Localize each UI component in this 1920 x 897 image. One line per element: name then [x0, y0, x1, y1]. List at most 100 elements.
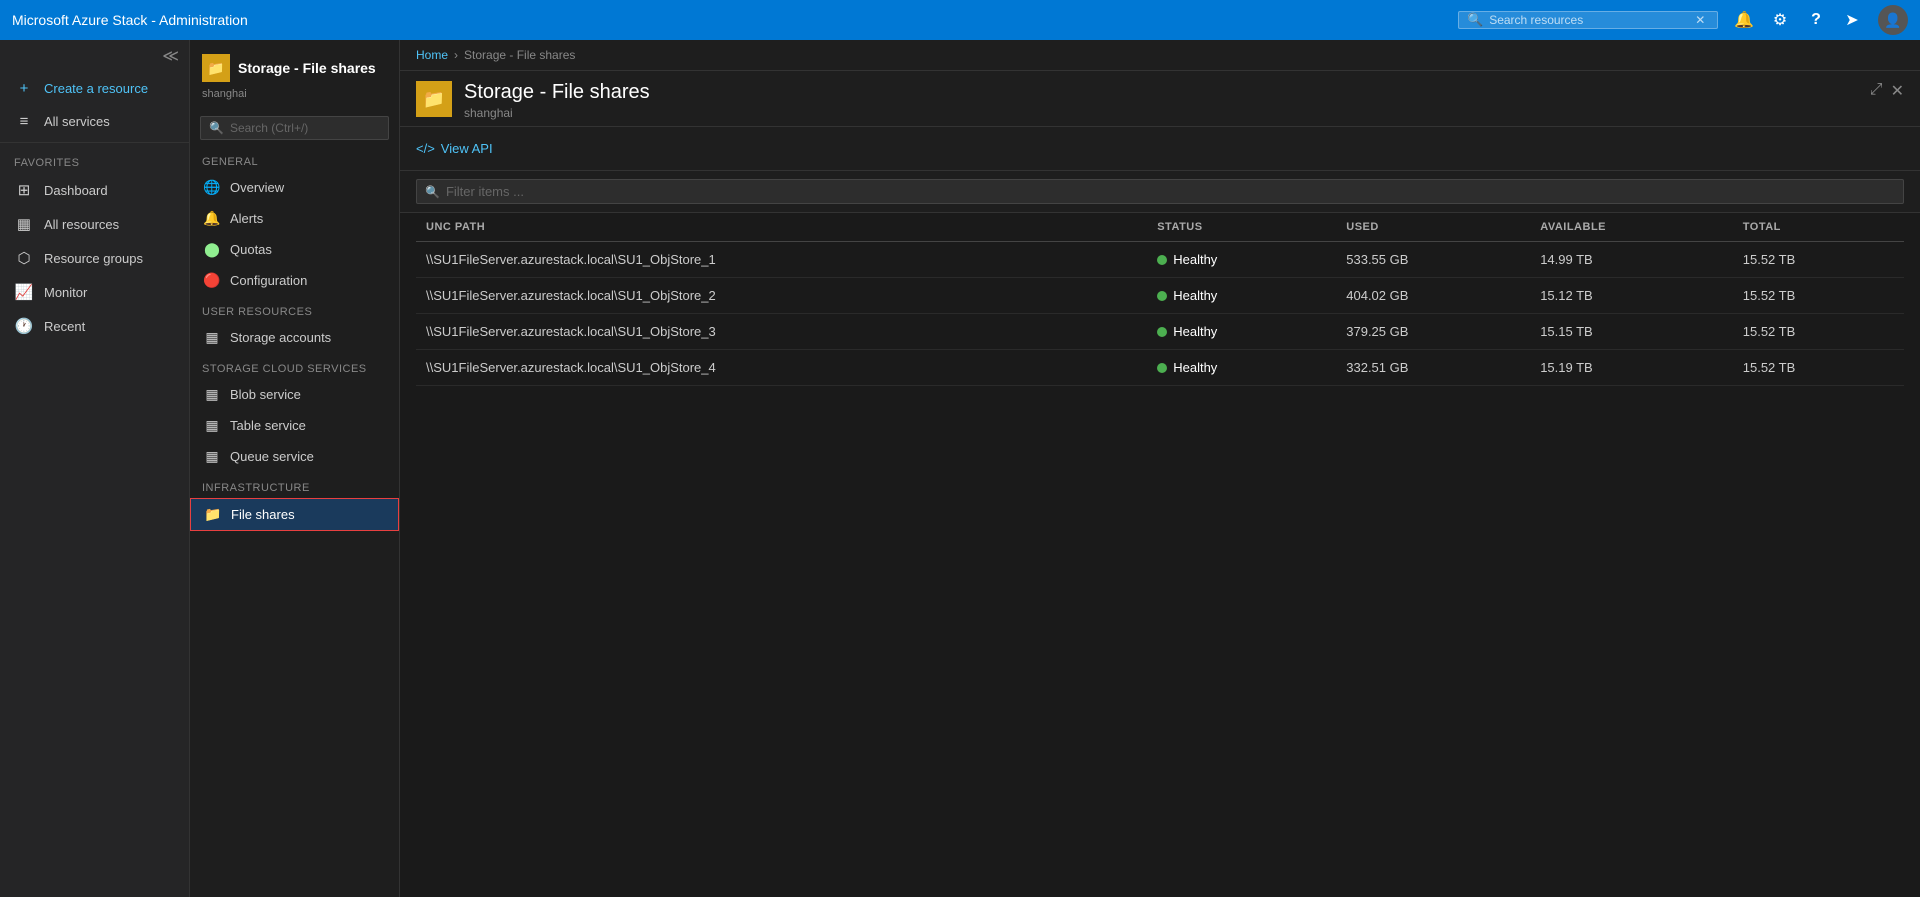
close-content-icon[interactable]: ✕ [1891, 81, 1904, 101]
table-icon: ▦ [202, 417, 222, 434]
status-text: Healthy [1173, 360, 1217, 375]
cell-used: 533.55 GB [1336, 242, 1530, 278]
storage-icon: 📁 [202, 54, 230, 82]
toolbar: </> View API [400, 127, 1920, 171]
nav-search-input[interactable] [230, 121, 380, 135]
filter-input[interactable] [446, 184, 1895, 199]
cell-used: 332.51 GB [1336, 350, 1530, 386]
sidebar-item-monitor[interactable]: 📈 Monitor [0, 275, 189, 309]
col-available[interactable]: AVAILABLE [1530, 213, 1733, 242]
cell-available: 14.99 TB [1530, 242, 1733, 278]
overview-icon: 🌐 [202, 179, 222, 196]
cell-available: 15.15 TB [1530, 314, 1733, 350]
cell-used: 404.02 GB [1336, 278, 1530, 314]
dashboard-icon: ⊞ [14, 181, 34, 199]
view-api-button[interactable]: </> View API [416, 137, 493, 160]
search-close-icon[interactable]: ✕ [1695, 13, 1705, 27]
nav-panel-header: 📁 Storage - File shares [190, 40, 399, 88]
all-resources-icon: ▦ [14, 215, 34, 233]
page-subtitle: shanghai [464, 106, 650, 120]
nav-search-icon: 🔍 [209, 121, 224, 135]
plus-icon: + [14, 80, 34, 97]
content-header: 📁 Storage - File shares shanghai ⤢ ✕ [400, 71, 1920, 127]
nav-panel: 📁 Storage - File shares shanghai 🔍 GENER… [190, 40, 400, 897]
section-infrastructure: INFRASTRUCTURE [190, 472, 399, 498]
status-text: Healthy [1173, 288, 1217, 303]
nav-item-quotas[interactable]: ⬤ Quotas [190, 234, 399, 265]
topbar-icons: 🔔 ⚙ ? ➤ [1730, 6, 1866, 34]
cell-unc-path: \\SU1FileServer.azurestack.local\SU1_Obj… [416, 350, 1147, 386]
cell-unc-path: \\SU1FileServer.azurestack.local\SU1_Obj… [416, 314, 1147, 350]
filter-icon: 🔍 [425, 185, 440, 199]
nav-item-alerts[interactable]: 🔔 Alerts [190, 203, 399, 234]
queue-icon: ▦ [202, 448, 222, 465]
sidebar-item-resource-groups[interactable]: ⬡ Resource groups [0, 241, 189, 275]
alerts-icon: 🔔 [202, 210, 222, 227]
table-row[interactable]: \\SU1FileServer.azurestack.local\SU1_Obj… [416, 242, 1904, 278]
storage-accounts-icon: ▦ [202, 329, 222, 346]
status-dot [1157, 363, 1167, 373]
breadcrumb-current: Storage - File shares [464, 48, 575, 62]
nav-item-storage-accounts[interactable]: ▦ Storage accounts [190, 322, 399, 353]
content-area: Home › Storage - File shares 📁 Storage -… [400, 40, 1920, 897]
search-icon: 🔍 [1467, 12, 1483, 28]
sidebar-item-recent[interactable]: 🕐 Recent [0, 309, 189, 343]
breadcrumb-home[interactable]: Home [416, 48, 448, 62]
code-icon: </> [416, 141, 435, 156]
nav-search[interactable]: 🔍 [200, 116, 389, 140]
cell-status: Healthy [1147, 314, 1336, 350]
sidebar: ≪ + Create a resource ≡ All services FAV… [0, 40, 190, 897]
status-text: Healthy [1173, 252, 1217, 267]
bars-icon: ≡ [14, 113, 34, 130]
table-row[interactable]: \\SU1FileServer.azurestack.local\SU1_Obj… [416, 350, 1904, 386]
col-used[interactable]: USED [1336, 213, 1530, 242]
cell-status: Healthy [1147, 278, 1336, 314]
monitor-icon: 📈 [14, 283, 34, 301]
nav-panel-subtitle: shanghai [190, 88, 399, 110]
notifications-icon[interactable]: 🔔 [1730, 6, 1758, 34]
sidebar-item-all-services[interactable]: ≡ All services [0, 105, 189, 138]
sidebar-collapse-icon[interactable]: ≪ [162, 46, 179, 66]
sidebar-item-all-resources[interactable]: ▦ All resources [0, 207, 189, 241]
filter-container[interactable]: 🔍 [416, 179, 1904, 204]
blob-icon: ▦ [202, 386, 222, 403]
col-total[interactable]: TOTAL [1733, 213, 1904, 242]
table-row[interactable]: \\SU1FileServer.azurestack.local\SU1_Obj… [416, 278, 1904, 314]
cell-available: 15.12 TB [1530, 278, 1733, 314]
topbar: Microsoft Azure Stack - Administration 🔍… [0, 0, 1920, 40]
status-dot [1157, 291, 1167, 301]
cell-available: 15.19 TB [1530, 350, 1733, 386]
app-title: Microsoft Azure Stack - Administration [12, 12, 1446, 28]
search-input[interactable] [1489, 13, 1689, 27]
feedback-icon[interactable]: ➤ [1838, 6, 1866, 34]
search-box[interactable]: 🔍 ✕ [1458, 11, 1718, 29]
settings-icon[interactable]: ⚙ [1766, 6, 1794, 34]
cell-total: 15.52 TB [1733, 314, 1904, 350]
avatar[interactable]: 👤 [1878, 5, 1908, 35]
main-layout: ≪ + Create a resource ≡ All services FAV… [0, 40, 1920, 897]
expand-icon[interactable]: ⤢ [1870, 81, 1883, 101]
col-status[interactable]: STATUS [1147, 213, 1336, 242]
nav-item-overview[interactable]: 🌐 Overview [190, 172, 399, 203]
cell-total: 15.52 TB [1733, 242, 1904, 278]
cell-total: 15.52 TB [1733, 350, 1904, 386]
status-dot [1157, 327, 1167, 337]
nav-item-file-shares[interactable]: 📁 File shares [190, 498, 399, 531]
file-shares-icon: 📁 [203, 506, 223, 523]
nav-item-table-service[interactable]: ▦ Table service [190, 410, 399, 441]
file-shares-table: UNC PATH STATUS USED AVAILABLE TOTAL \\S… [416, 213, 1904, 386]
table-row[interactable]: \\SU1FileServer.azurestack.local\SU1_Obj… [416, 314, 1904, 350]
section-user-resources: USER RESOURCES [190, 296, 399, 322]
sidebar-item-create[interactable]: + Create a resource [0, 72, 189, 105]
nav-item-queue-service[interactable]: ▦ Queue service [190, 441, 399, 472]
sidebar-item-dashboard[interactable]: ⊞ Dashboard [0, 173, 189, 207]
col-unc-path[interactable]: UNC PATH [416, 213, 1147, 242]
configuration-icon: 🔴 [202, 272, 222, 289]
status-text: Healthy [1173, 324, 1217, 339]
table-header-row: UNC PATH STATUS USED AVAILABLE TOTAL [416, 213, 1904, 242]
cell-unc-path: \\SU1FileServer.azurestack.local\SU1_Obj… [416, 242, 1147, 278]
nav-item-configuration[interactable]: 🔴 Configuration [190, 265, 399, 296]
cell-unc-path: \\SU1FileServer.azurestack.local\SU1_Obj… [416, 278, 1147, 314]
help-icon[interactable]: ? [1802, 6, 1830, 34]
nav-item-blob-service[interactable]: ▦ Blob service [190, 379, 399, 410]
